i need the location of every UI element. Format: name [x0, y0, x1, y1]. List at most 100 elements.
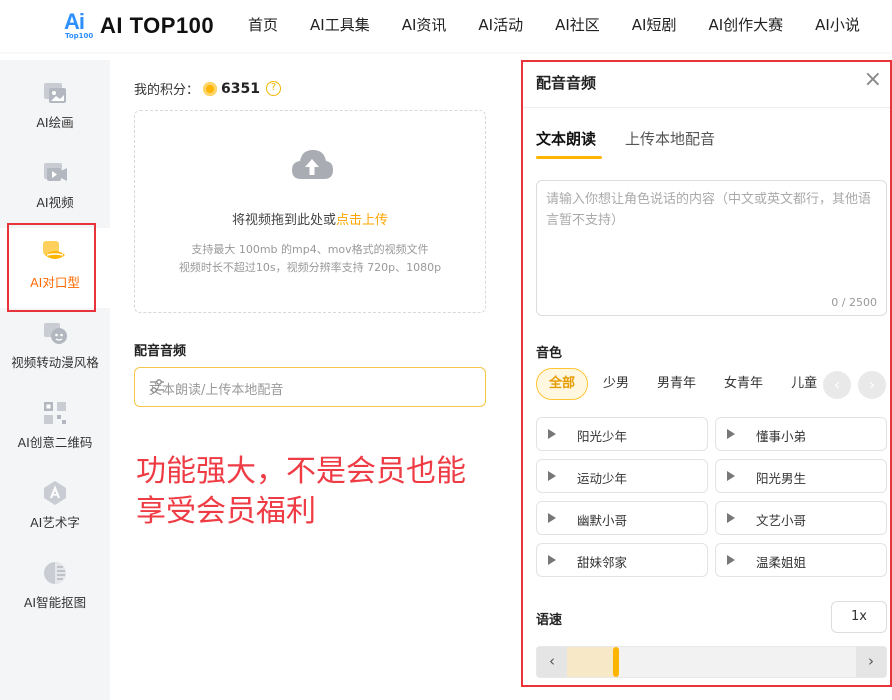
speech-text-placeholder: 请输入你想让角色说话的内容（中文或英文都行，其他语言暂不支持）: [546, 192, 872, 228]
cutout-icon: [42, 560, 68, 586]
nav-item-community[interactable]: AI社区: [555, 14, 600, 35]
speech-text-input[interactable]: 请输入你想让角色说话的内容（中文或英文都行，其他语言暂不支持） 0 / 2500: [536, 180, 887, 316]
slider-thumb[interactable]: [613, 647, 619, 677]
nav-item-news[interactable]: AI资讯: [402, 14, 447, 35]
anime-style-icon: [42, 320, 68, 346]
voice-filter-young-man[interactable]: 男青年: [644, 368, 709, 400]
nav-item-tools[interactable]: AI工具集: [310, 14, 370, 35]
site-name: AI TOP100: [100, 13, 215, 38]
points-value: 6351: [221, 80, 260, 97]
voice-item[interactable]: 幽默小哥: [536, 501, 708, 535]
nav-item-short-drama[interactable]: AI短剧: [632, 14, 677, 35]
tab-active-underline: [536, 156, 602, 159]
voice-name: 阳光男生: [756, 471, 807, 486]
points-label: 我的积分：: [134, 83, 200, 98]
nav-item-events[interactable]: AI活动: [478, 14, 523, 35]
nav-item-contest[interactable]: AI创作大赛: [708, 14, 783, 35]
chevron-right-icon[interactable]: ›: [858, 371, 886, 399]
voice-name: 懂事小弟: [756, 429, 807, 444]
video-upload-dropzone[interactable]: 将视频拖到此处或点击上传 支持最大 100mb 的mp4、mov格式的视频文件 …: [134, 110, 486, 313]
play-icon[interactable]: [727, 513, 735, 523]
upload-instruction: 将视频拖到此处或点击上传: [135, 209, 485, 228]
upload-text: 将视频拖到此处或: [231, 213, 336, 228]
promo-line-2: 享受会员福利: [136, 494, 316, 529]
panel-title: 配音音频: [536, 74, 597, 92]
sidebar-item-ai-video[interactable]: AI视频: [0, 148, 110, 228]
play-icon[interactable]: [727, 555, 735, 565]
upload-link[interactable]: 点击上传: [336, 213, 388, 228]
sidebar: AI绘画 AI视频 AI对口型 视频转动漫风格 AI创意二维码 AI艺术字 AI…: [0, 60, 110, 700]
voice-name: 阳光少年: [577, 429, 628, 444]
sidebar-item-art-text[interactable]: AI艺术字: [0, 468, 110, 548]
coin-icon: [203, 81, 218, 96]
chevron-left-icon[interactable]: ‹: [823, 371, 851, 399]
tab-text-to-speech[interactable]: 文本朗读: [536, 128, 596, 149]
play-icon[interactable]: [548, 555, 556, 565]
play-icon[interactable]: [548, 429, 556, 439]
play-icon[interactable]: [548, 513, 556, 523]
play-icon[interactable]: [727, 429, 735, 439]
voice-name: 幽默小哥: [577, 513, 628, 528]
art-text-icon: [42, 480, 68, 506]
cloud-upload-icon: [290, 147, 334, 185]
tab-upload-local-audio[interactable]: 上传本地配音: [625, 128, 715, 149]
sidebar-item-label: AI艺术字: [30, 515, 80, 530]
speed-section-title: 语速: [536, 613, 563, 628]
sidebar-item-label: AI智能抠图: [23, 595, 87, 610]
voice-item[interactable]: 阳光少年: [536, 417, 708, 451]
speed-value[interactable]: 1x: [831, 601, 887, 633]
chevron-right-icon[interactable]: ›: [856, 647, 886, 677]
settings-sliders-icon[interactable]: [149, 379, 471, 397]
sidebar-item-smart-cutout[interactable]: AI智能抠图: [0, 548, 110, 628]
voice-item[interactable]: 懂事小弟: [715, 417, 887, 451]
main-nav: 首页 AI工具集 AI资讯 AI活动 AI社区 AI短剧 AI创作大赛 AI小说: [248, 14, 892, 35]
voice-filter-boy[interactable]: 少男: [590, 368, 642, 400]
help-icon[interactable]: ?: [265, 81, 281, 96]
upload-hint-duration: 视频时长不超过10s，视频分辨率支持 720p、1080p: [178, 261, 442, 274]
voice-filter-young-woman[interactable]: 女青年: [711, 368, 776, 400]
voice-filter-all[interactable]: 全部: [536, 368, 589, 400]
sidebar-item-label: AI绘画: [36, 115, 74, 130]
upload-hints: 支持最大 100mb 的mp4、mov格式的视频文件 视频时长不超过10s，视频…: [135, 241, 485, 277]
audio-source-input[interactable]: 文本朗读/上传本地配音: [134, 367, 486, 407]
voice-item[interactable]: 文艺小哥: [715, 501, 887, 535]
logo-mark-sub: Top100: [65, 32, 94, 40]
voice-name: 文艺小哥: [756, 513, 807, 528]
audio-section-title: 配音音频: [134, 344, 187, 359]
char-counter: 0 / 2500: [831, 296, 877, 309]
chevron-left-icon[interactable]: ‹: [537, 647, 567, 677]
sidebar-item-video-to-anime[interactable]: 视频转动漫风格: [0, 308, 110, 388]
voice-filter-tabs: 全部 少男 男青年 女青年 儿童: [536, 368, 836, 402]
voice-item[interactable]: 阳光男生: [715, 459, 887, 493]
nav-item-home[interactable]: 首页: [248, 14, 278, 35]
logo-mark: Ai Top100: [64, 9, 94, 42]
play-icon[interactable]: [727, 471, 735, 481]
top-navbar: Ai Top100 AI TOP100 首页 AI工具集 AI资讯 AI活动 A…: [0, 0, 892, 52]
promo-line-1: 功能强大，不是会员也能: [136, 454, 466, 489]
image-icon: [42, 80, 68, 106]
sidebar-item-label: AI创意二维码: [17, 435, 93, 450]
points-row: 我的积分： 6351 ?: [134, 79, 281, 98]
play-icon[interactable]: [548, 471, 556, 481]
site-logo[interactable]: Ai Top100 AI TOP100: [64, 9, 215, 42]
voice-section-title: 音色: [536, 346, 563, 361]
sidebar-item-ai-painting[interactable]: AI绘画: [0, 68, 110, 148]
sidebar-item-qrcode[interactable]: AI创意二维码: [0, 388, 110, 468]
qrcode-icon: [42, 400, 68, 426]
sidebar-item-label: 视频转动漫风格: [11, 355, 99, 370]
voice-name: 温柔姐姐: [756, 555, 807, 570]
panel-divider: [523, 107, 890, 108]
upload-hint-size: 支持最大 100mb 的mp4、mov格式的视频文件: [191, 243, 429, 256]
voice-item[interactable]: 运动少年: [536, 459, 708, 493]
sidebar-item-label: AI视频: [36, 195, 74, 210]
voice-name: 甜妹邻家: [577, 555, 628, 570]
voice-item[interactable]: 甜妹邻家: [536, 543, 708, 577]
promo-annotation: 功能强大，不是会员也能 享受会员福利: [136, 452, 466, 532]
nav-item-novel[interactable]: AI小说: [815, 14, 860, 35]
audio-panel: 配音音频 × 文本朗读 上传本地配音 请输入你想让角色说话的内容（中文或英文都行…: [521, 60, 892, 687]
close-icon[interactable]: ×: [864, 68, 882, 92]
speed-slider[interactable]: ‹ ›: [536, 646, 887, 678]
voice-item[interactable]: 温柔姐姐: [715, 543, 887, 577]
slider-fill: [567, 647, 613, 677]
voice-name: 运动少年: [577, 471, 628, 486]
